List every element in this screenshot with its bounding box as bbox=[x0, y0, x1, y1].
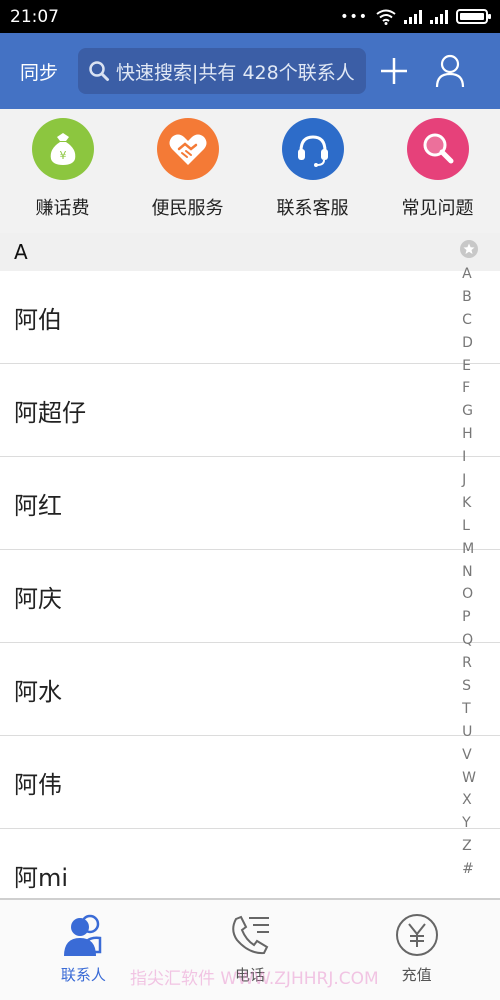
contact-row[interactable]: 阿红 bbox=[0, 457, 500, 550]
alphabet-index-bar[interactable]: A B C D E F G H I J K L M N O P Q R S T U V W X Y Z # bbox=[456, 240, 482, 881]
index-letter[interactable]: E bbox=[462, 355, 476, 378]
index-letter[interactable]: V bbox=[462, 744, 476, 767]
contact-row[interactable]: 阿庆 bbox=[0, 550, 500, 643]
contact-row[interactable]: 阿伯 bbox=[0, 271, 500, 364]
yuan-icon bbox=[395, 914, 438, 956]
money-bag-icon: ¥ bbox=[31, 118, 94, 180]
more-dots-icon: ••• bbox=[340, 8, 368, 25]
index-letter[interactable]: M bbox=[462, 538, 476, 561]
index-letter[interactable]: X bbox=[462, 789, 476, 812]
index-letter[interactable]: O bbox=[462, 583, 476, 606]
contact-row[interactable]: 阿伟 bbox=[0, 736, 500, 829]
index-letter[interactable]: Y bbox=[462, 812, 476, 835]
service-label: 常见问题 bbox=[401, 198, 474, 219]
nav-label: 联系人 bbox=[60, 966, 106, 984]
nav-label: 充值 bbox=[401, 966, 432, 984]
index-letter[interactable]: U bbox=[462, 721, 476, 744]
section-header-a: A bbox=[0, 233, 500, 271]
index-letter[interactable]: # bbox=[462, 858, 476, 881]
index-letter[interactable]: D bbox=[462, 332, 476, 355]
contacts-icon bbox=[64, 914, 102, 956]
index-letter[interactable]: H bbox=[462, 423, 476, 446]
battery-icon bbox=[456, 9, 491, 24]
status-bar: 21:07 ••• bbox=[0, 0, 500, 33]
search-placeholder: 快速搜索|共有 428个联系人 bbox=[116, 61, 355, 84]
index-letter[interactable]: I bbox=[462, 446, 476, 469]
index-letter[interactable]: W bbox=[462, 767, 476, 790]
handshake-heart-icon bbox=[156, 118, 219, 180]
profile-button[interactable] bbox=[422, 33, 478, 109]
status-time: 21:07 bbox=[10, 6, 59, 27]
services-bar: ¥ 赚话费 便民服务 联系客服 常见问题 bbox=[0, 109, 500, 233]
index-letter[interactable]: K bbox=[462, 492, 476, 515]
service-earn-credit[interactable]: ¥ 赚话费 bbox=[8, 118, 118, 233]
index-letter[interactable]: Z bbox=[462, 835, 476, 858]
index-letter[interactable]: F bbox=[462, 377, 476, 400]
search-input[interactable]: 快速搜索|共有 428个联系人 bbox=[78, 48, 366, 94]
index-letter[interactable]: G bbox=[462, 400, 476, 423]
index-letter[interactable]: A bbox=[462, 263, 476, 286]
user-icon bbox=[435, 54, 465, 88]
signal-icon-2 bbox=[430, 9, 448, 24]
headset-icon bbox=[281, 118, 344, 180]
magnifier-icon bbox=[406, 118, 469, 180]
sync-button[interactable]: 同步 bbox=[0, 58, 78, 85]
wifi-icon bbox=[376, 9, 396, 25]
index-letter[interactable]: J bbox=[462, 469, 476, 492]
index-letter[interactable]: Q bbox=[462, 629, 476, 652]
contact-list: 阿伯 阿超仔 阿红 阿庆 阿水 阿伟 阿mi bbox=[0, 271, 500, 898]
contact-row[interactable]: 阿超仔 bbox=[0, 364, 500, 457]
index-letter[interactable]: P bbox=[462, 606, 476, 629]
search-icon bbox=[89, 61, 109, 81]
star-icon[interactable] bbox=[460, 240, 478, 258]
service-faq[interactable]: 常见问题 bbox=[383, 118, 493, 233]
contact-row[interactable]: 阿mi bbox=[0, 829, 500, 898]
index-letter[interactable]: R bbox=[462, 652, 476, 675]
index-letter[interactable]: L bbox=[462, 515, 476, 538]
index-letters: A B C D E F G H I J K L M N O P Q R S T U V W X Y Z # bbox=[462, 263, 476, 881]
index-letter[interactable]: S bbox=[462, 675, 476, 698]
phone-icon bbox=[232, 915, 269, 955]
signal-icon bbox=[404, 9, 422, 24]
add-contact-button[interactable] bbox=[366, 33, 422, 109]
service-convenience[interactable]: 便民服务 bbox=[133, 118, 243, 233]
index-letter[interactable]: B bbox=[462, 286, 476, 309]
index-letter[interactable]: C bbox=[462, 309, 476, 332]
service-label: 联系客服 bbox=[276, 198, 349, 219]
svg-text:¥: ¥ bbox=[59, 149, 66, 162]
index-letter[interactable]: N bbox=[462, 561, 476, 584]
contact-row[interactable]: 阿水 bbox=[0, 643, 500, 736]
service-customer-support[interactable]: 联系客服 bbox=[258, 118, 368, 233]
index-letter[interactable]: T bbox=[462, 698, 476, 721]
watermark: 指尖汇软件 WWW.ZJHHRJ.COM bbox=[130, 969, 379, 989]
status-icons: ••• bbox=[340, 8, 491, 25]
service-label: 便民服务 bbox=[151, 198, 224, 219]
service-label: 赚话费 bbox=[35, 198, 90, 219]
header: 同步 快速搜索|共有 428个联系人 bbox=[0, 33, 500, 109]
plus-icon bbox=[381, 58, 407, 84]
screen: 21:07 ••• 同步 快速搜索|共有 428个联系人 ¥ 赚话费 便民服务 … bbox=[0, 0, 500, 1000]
